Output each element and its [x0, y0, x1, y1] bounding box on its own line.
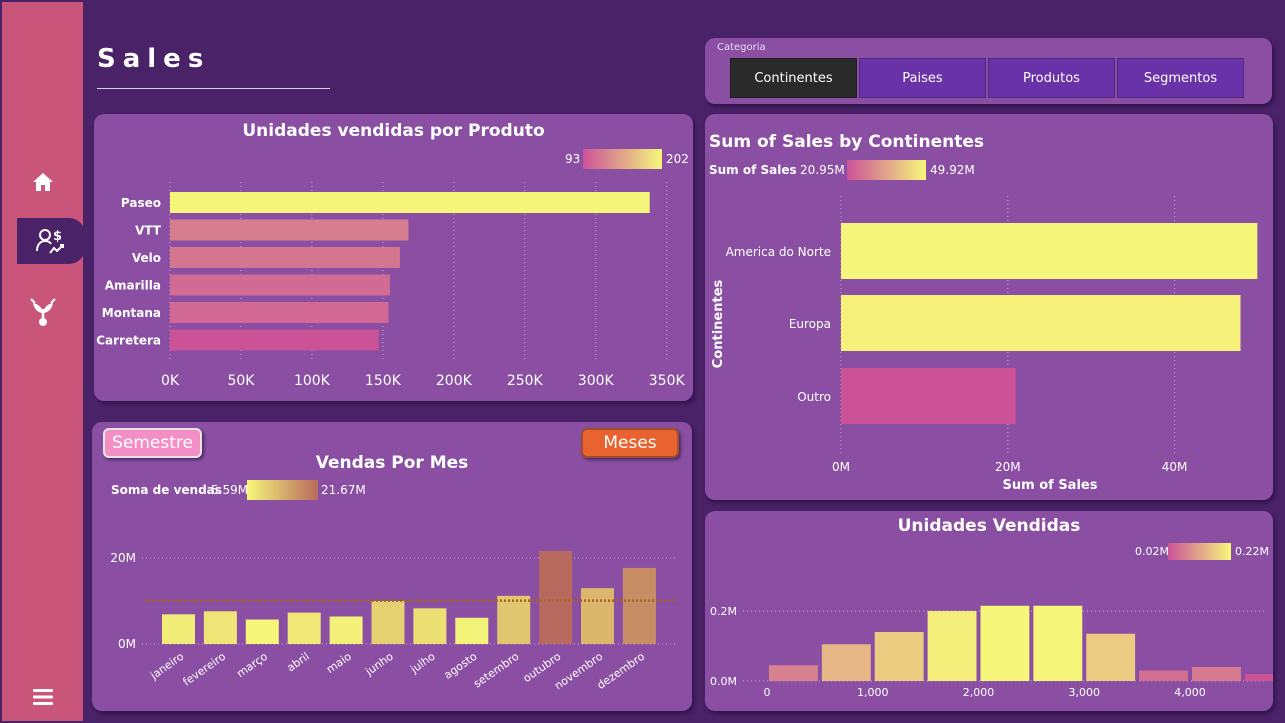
bar — [769, 665, 818, 681]
x-axis-label: Sum of Sales — [1003, 478, 1098, 493]
x-tick-label: dezembro — [595, 650, 648, 692]
x-tick-label: 300K — [578, 373, 615, 389]
menu-button[interactable] — [2, 676, 83, 718]
bar — [497, 595, 531, 644]
sidebar — [2, 2, 83, 721]
x-tick-label: 40M — [1162, 460, 1188, 474]
x-tick-label: 0M — [832, 460, 850, 474]
x-tick-label: maio — [324, 650, 354, 676]
bar — [1033, 605, 1083, 681]
y-tick-label: VTT — [135, 224, 162, 238]
x-tick-label: abril — [285, 650, 312, 675]
plant-growth-icon — [29, 298, 56, 326]
bar — [203, 611, 237, 644]
bar — [980, 605, 1030, 681]
x-tick-label: 100K — [294, 373, 331, 389]
x-tick-label: 4,000 — [1174, 686, 1206, 699]
page-title-wrap: Sales — [97, 44, 210, 74]
bar — [170, 302, 389, 323]
y-tick-label: 0M — [118, 637, 136, 651]
bar — [841, 223, 1258, 279]
home-icon — [32, 173, 53, 191]
x-tick-label: 150K — [365, 373, 402, 389]
bar — [170, 329, 379, 351]
x-tick-label: julho — [407, 650, 437, 677]
panel-sales-continentes: Sum of Sales by Continentes Sum of Sales… — [705, 114, 1273, 500]
slicer-option-paises[interactable]: Paises — [859, 58, 986, 98]
chart-unidades-vendidas: 0.2M 0.0M 0 1,000 2,000 3,000 4,000 — [710, 605, 1273, 699]
y-tick-label: Paseo — [121, 196, 161, 210]
x-tick-label: 0K — [161, 373, 180, 389]
slicer-option-produtos[interactable]: Produtos — [988, 58, 1115, 98]
slicer-option-segmentos[interactable]: Segmentos — [1117, 58, 1244, 98]
x-tick-label: 20M — [995, 460, 1021, 474]
chart-sales-continentes: 0M 20M 40M America do Norte Europa Outro Sum o… — [711, 196, 1258, 493]
bar — [413, 608, 447, 644]
panel-unidades-produto: Unidades vendidas por Produto 93 202 0K 5… — [94, 114, 693, 401]
y-tick-label: Velo — [132, 251, 161, 265]
y-tick-label: 0.0M — [710, 675, 737, 688]
nav-home-button[interactable] — [2, 161, 83, 203]
bar — [329, 616, 363, 644]
y-tick-label: Europa — [789, 317, 831, 331]
chart-unidades-produto: 0K 50K 100K 150K 200K 250K 300K 350K Paseo VTT Vel… — [96, 182, 686, 389]
slicer-label: Categoria — [717, 42, 766, 53]
bar — [622, 567, 656, 644]
svg-text:$: $ — [53, 229, 62, 244]
title-underline — [97, 88, 330, 89]
y-tick-label: 0.2M — [710, 605, 737, 618]
x-tick-label: 200K — [436, 373, 473, 389]
bar — [1086, 633, 1136, 681]
page-title: Sales — [97, 44, 211, 74]
bar — [539, 550, 573, 644]
bar — [927, 611, 977, 681]
x-tick-label: 50K — [227, 373, 255, 389]
y-tick-label: Outro — [797, 390, 831, 404]
nav-sales-button[interactable]: $ — [19, 220, 83, 262]
bar — [287, 612, 321, 644]
user-dollar-icon: $ — [36, 229, 64, 254]
bar — [821, 644, 871, 681]
x-tick-label: 250K — [507, 373, 544, 389]
bar — [371, 601, 405, 644]
y-tick-label: Carretera — [96, 334, 161, 348]
bar — [245, 619, 279, 644]
bar — [455, 617, 489, 644]
x-tick-label: setembro — [471, 650, 522, 691]
panel-vendas-mes: Semestre Meses Vendas Por Mes Soma de ve… — [92, 422, 692, 711]
x-tick-label: 3,000 — [1069, 686, 1101, 699]
x-tick-label: março — [234, 650, 270, 681]
nav-growth-button[interactable] — [2, 290, 83, 332]
panel-unidades-vendidas: Unidades Vendidas 0.02M 0.22M 0.2M 0.0M 0 1… — [705, 511, 1273, 711]
bar — [1192, 667, 1241, 681]
chart-vendas-mes: 20M0Mjaneirofevereiro março abril maio junho… — [110, 550, 677, 692]
bar — [1244, 674, 1273, 681]
category-slicer: Categoria Continentes Paises Produtos Se… — [705, 38, 1272, 104]
y-tick-label: Montana — [102, 306, 161, 320]
bar — [170, 274, 390, 296]
x-tick-label: 350K — [649, 373, 686, 389]
bar — [841, 368, 1016, 424]
bar — [841, 295, 1241, 351]
bar — [162, 614, 195, 644]
x-tick-label: 0 — [764, 686, 771, 699]
x-tick-label: 1,000 — [857, 686, 889, 699]
x-tick-label: 2,000 — [963, 686, 995, 699]
bar — [170, 219, 409, 241]
y-tick-label: Amarilla — [105, 279, 161, 293]
hamburger-menu-icon — [32, 689, 53, 705]
bar — [170, 247, 400, 268]
x-tick-label: junho — [362, 650, 396, 679]
bar — [581, 588, 614, 644]
bar — [874, 632, 924, 681]
bar — [170, 192, 650, 213]
y-tick-label: America do Norte — [726, 245, 831, 259]
y-axis-label: Continentes — [711, 279, 726, 368]
y-tick-label: 20M — [110, 551, 136, 565]
bar — [1139, 670, 1188, 681]
x-tick-label: fevereiro — [180, 650, 228, 689]
slicer-option-continentes[interactable]: Continentes — [730, 58, 857, 98]
